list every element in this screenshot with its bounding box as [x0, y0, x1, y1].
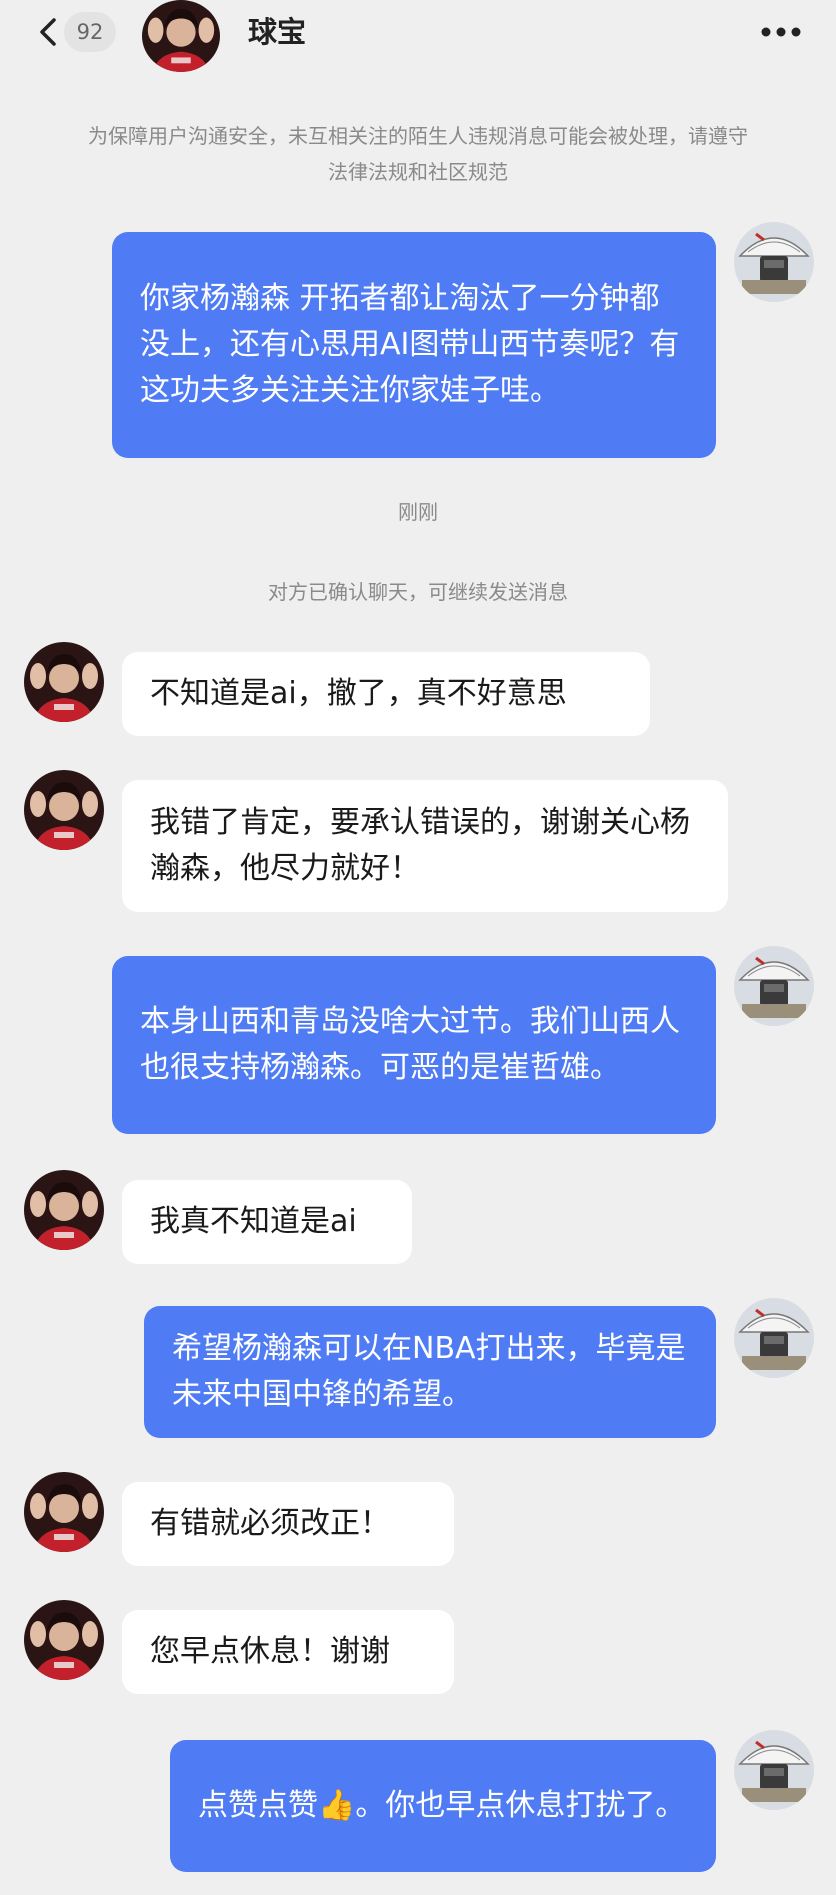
more-horizontal-icon[interactable]: [756, 16, 806, 48]
contact-avatar[interactable]: [24, 1170, 104, 1250]
incoming-message[interactable]: 我真不知道是ai: [122, 1180, 412, 1264]
contact-avatar[interactable]: [24, 1472, 104, 1552]
chevron-left-icon[interactable]: [34, 12, 64, 52]
message-text: 希望杨瀚森可以在NBA打出来，毕竟是未来中国中锋的希望。: [172, 1331, 686, 1412]
outgoing-message[interactable]: 你家杨瀚森 开拓者都让淘汰了一分钟都没上，还有心思用AI图带山西节奏呢？有这功夫…: [112, 232, 716, 458]
message-text: 我错了肯定，要承认错误的，谢谢关心杨瀚森，他尽力就好！: [150, 805, 690, 886]
message-text: 本身山西和青岛没啥大过节。我们山西人也很支持杨瀚森。可恶的是崔哲雄。: [140, 1004, 680, 1085]
self-avatar[interactable]: [734, 1730, 814, 1810]
outgoing-message[interactable]: 点赞点赞👍。你也早点休息打扰了。: [170, 1740, 716, 1872]
self-avatar[interactable]: [734, 1298, 814, 1378]
safety-notice: 为保障用户沟通安全，未互相关注的陌生人违规消息可能会被处理，请遵守法律法规和社区…: [88, 124, 748, 184]
outgoing-message[interactable]: 本身山西和青岛没啥大过节。我们山西人也很支持杨瀚森。可恶的是崔哲雄。: [112, 956, 716, 1134]
message-text: 有错就必须改正！: [150, 1506, 390, 1541]
message-text: 不知道是ai，撤了，真不好意思: [150, 676, 567, 711]
chat-header: 92 球宝: [0, 0, 836, 70]
incoming-message[interactable]: 有错就必须改正！: [122, 1482, 454, 1566]
self-avatar[interactable]: [734, 222, 814, 302]
contact-avatar[interactable]: [24, 770, 104, 850]
incoming-message[interactable]: 您早点休息！谢谢: [122, 1610, 454, 1694]
message-timestamp: 刚刚: [398, 500, 438, 524]
incoming-message[interactable]: 不知道是ai，撤了，真不好意思: [122, 652, 650, 736]
contact-avatar[interactable]: [142, 0, 220, 72]
message-text: 您早点休息！谢谢: [150, 1634, 390, 1669]
message-text: 我真不知道是ai: [150, 1204, 357, 1239]
contact-name[interactable]: 球宝: [248, 12, 306, 52]
contact-avatar[interactable]: [24, 1600, 104, 1680]
incoming-message[interactable]: 我错了肯定，要承认错误的，谢谢关心杨瀚森，他尽力就好！: [122, 780, 728, 912]
unread-count-badge[interactable]: 92: [64, 12, 116, 52]
contact-avatar[interactable]: [24, 642, 104, 722]
chat-status-notice: 对方已确认聊天，可继续发送消息: [268, 580, 568, 604]
message-text: 你家杨瀚森 开拓者都让淘汰了一分钟都没上，还有心思用AI图带山西节奏呢？有这功夫…: [140, 281, 680, 408]
message-text: 点赞点赞👍。你也早点休息打扰了。: [198, 1788, 686, 1823]
self-avatar[interactable]: [734, 946, 814, 1026]
outgoing-message[interactable]: 希望杨瀚森可以在NBA打出来，毕竟是未来中国中锋的希望。: [144, 1306, 716, 1438]
